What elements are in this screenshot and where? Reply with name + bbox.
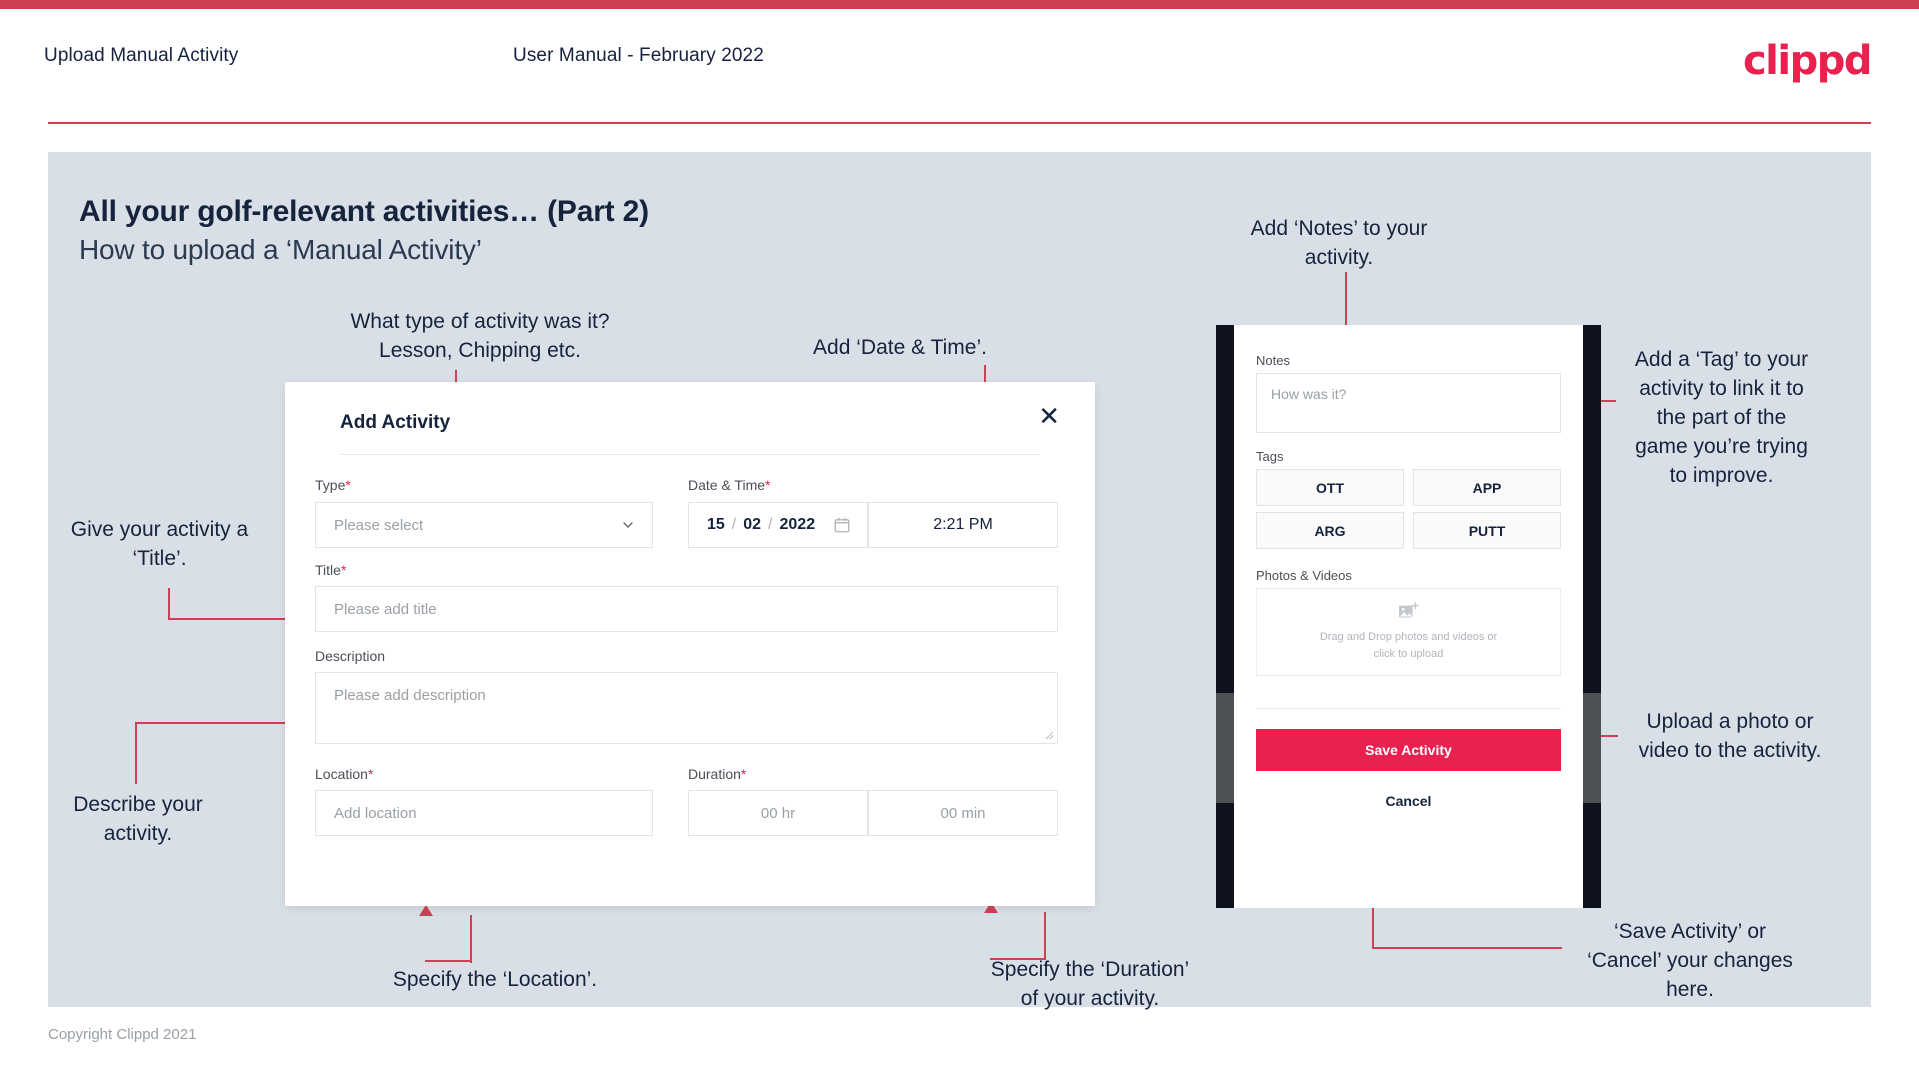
description-label: Description — [315, 648, 386, 664]
type-placeholder: Please select — [334, 516, 424, 534]
photos-label: Photos & Videos — [1256, 568, 1352, 583]
top-accent-bar — [0, 0, 1919, 9]
arrow-location-seg1 — [470, 915, 472, 963]
time-input[interactable]: 2:21 PM — [868, 502, 1058, 548]
dialog-title: Add Activity — [340, 412, 451, 433]
photo-dropzone[interactable]: Drag and Drop photos and videos or click… — [1256, 588, 1561, 676]
time-value: 2:21 PM — [933, 516, 993, 533]
duration-minutes-placeholder: 00 min — [940, 804, 986, 822]
duration-hours-input[interactable]: 00 hr — [688, 790, 868, 836]
date-separator-2: / — [768, 516, 773, 533]
title-label-text: Title — [315, 562, 341, 578]
required-marker-location: * — [367, 766, 374, 782]
date-separator-1: / — [731, 516, 737, 533]
arrow-desc-seg1 — [135, 722, 137, 784]
duration-label-text: Duration — [688, 766, 741, 782]
tag-putt[interactable]: PUTT — [1413, 512, 1561, 549]
annotation-date-time: Add ‘Date & Time’. — [813, 336, 987, 359]
annotation-description: Describe your activity. — [73, 793, 203, 845]
annotation-duration: Specify the ‘Duration’ of your activity. — [990, 958, 1190, 1010]
annotation-upload: Upload a photo or video to the activity. — [1638, 710, 1822, 762]
dialog-divider — [340, 454, 1040, 455]
title-label: Title* — [315, 562, 346, 578]
phone-bezel-left-accent — [1216, 693, 1234, 803]
tag-ott[interactable]: OTT — [1256, 469, 1404, 506]
required-marker-duration: * — [740, 766, 747, 782]
phone-bezel-left — [1216, 325, 1234, 908]
arrow-notes-seg1 — [1345, 272, 1347, 330]
phone-bezel-right — [1583, 325, 1601, 908]
annotation-type: What type of activity was it? Lesson, Ch… — [350, 310, 610, 362]
required-marker-title: * — [340, 562, 347, 578]
header-center-title: User Manual - February 2022 — [513, 45, 764, 66]
tag-app[interactable]: APP — [1413, 469, 1561, 506]
header-left-title: Upload Manual Activity — [44, 45, 239, 66]
calendar-icon[interactable] — [833, 516, 851, 534]
date-year: 2022 — [779, 516, 816, 533]
slide-title-secondary: How to upload a ‘Manual Activity’ — [79, 234, 482, 265]
phone-screen: Notes How was it? Tags OTT APP ARG PUTT … — [1234, 325, 1583, 908]
arrow-duration-seg2 — [990, 958, 1046, 960]
tag-arg[interactable]: ARG — [1256, 512, 1404, 549]
title-input[interactable]: Please add title — [315, 586, 1058, 632]
dropzone-text: Drag and Drop photos and videos or click… — [1319, 630, 1498, 660]
phone-mockup: Notes How was it? Tags OTT APP ARG PUTT … — [1216, 325, 1601, 908]
arrow-title-seg1 — [168, 588, 170, 620]
arrow-desc-seg2 — [135, 722, 290, 724]
chevron-down-icon — [623, 522, 633, 528]
type-label-text: Type — [315, 477, 346, 493]
duration-minutes-input[interactable]: 00 min — [868, 790, 1058, 836]
annotation-tag: Add a ‘Tag’ to your activity to link it … — [1634, 348, 1809, 487]
annotation-notes: Add ‘Notes’ to your activity. — [1250, 217, 1428, 269]
slide-page: Upload Manual Activity User Manual - Feb… — [0, 0, 1919, 1079]
location-input[interactable]: Add location — [315, 790, 653, 836]
image-add-icon — [1398, 601, 1419, 617]
type-label: Type* — [315, 477, 351, 493]
datetime-label: Date & Time* — [688, 477, 770, 493]
date-day: 15 — [707, 516, 725, 533]
arrow-save-seg1 — [1372, 947, 1562, 949]
add-activity-dialog: Add Activity ✕ Type* Please select Date … — [285, 382, 1095, 906]
description-textarea[interactable]: Please add description — [315, 672, 1058, 744]
notes-placeholder: How was it? — [1271, 386, 1347, 402]
arrow-duration-seg1 — [1044, 912, 1046, 960]
phone-divider — [1256, 708, 1561, 709]
footer-copyright: Copyright Clippd 2021 — [48, 1026, 197, 1043]
location-label-text: Location — [315, 766, 368, 782]
required-marker: * — [345, 477, 351, 493]
resize-handle-icon[interactable] — [1045, 731, 1054, 740]
notes-textarea[interactable]: How was it? — [1256, 373, 1561, 433]
annotation-title: Give your activity a ‘Title’. — [70, 518, 249, 570]
duration-label: Duration* — [688, 766, 746, 782]
header-divider — [48, 122, 1871, 124]
location-label: Location* — [315, 766, 373, 782]
slide-title-primary: All your golf-relevant activities… (Part… — [79, 195, 649, 228]
description-placeholder: Please add description — [334, 687, 486, 704]
cancel-button[interactable]: Cancel — [1256, 793, 1561, 809]
title-placeholder: Please add title — [334, 600, 437, 618]
notes-label: Notes — [1256, 353, 1290, 368]
location-placeholder: Add location — [334, 804, 417, 822]
annotation-location: Specify the ‘Location’. — [392, 968, 598, 991]
phone-bezel-right-accent — [1583, 693, 1601, 803]
arrow-location-head — [419, 905, 433, 916]
datetime-label-text: Date & Time — [688, 477, 766, 493]
type-select[interactable]: Please select — [315, 502, 653, 548]
duration-hours-placeholder: 00 hr — [760, 804, 796, 822]
clippd-logo: clippd — [1742, 38, 1873, 84]
required-marker-datetime: * — [765, 477, 771, 493]
arrow-title-seg2 — [168, 618, 288, 620]
date-input[interactable]: 15 / 02 / 2022 — [688, 502, 868, 548]
arrow-location-seg2 — [425, 960, 472, 962]
close-icon[interactable]: ✕ — [1038, 404, 1060, 430]
annotation-save-cancel: ‘Save Activity’ or ‘Cancel’ your changes… — [1587, 920, 1793, 1001]
save-activity-button[interactable]: Save Activity — [1256, 729, 1561, 771]
tags-label: Tags — [1256, 449, 1284, 464]
date-month: 02 — [743, 516, 762, 533]
